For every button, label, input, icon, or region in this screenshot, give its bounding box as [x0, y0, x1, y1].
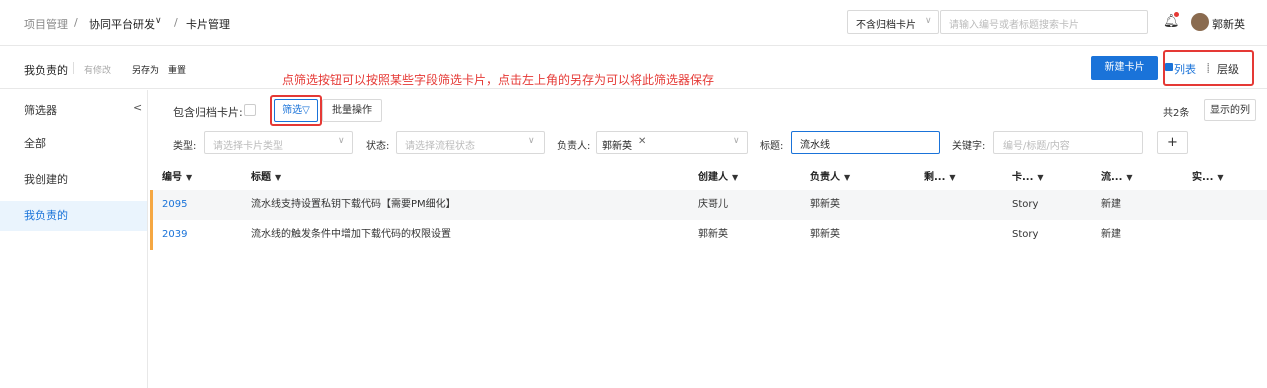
archive-select[interactable]: 不含归档卡片 ∨ [847, 10, 939, 34]
type-select[interactable]: 请选择卡片类型 ∨ [204, 131, 353, 154]
keyword-input[interactable]: 编号/标题/内容 [993, 131, 1143, 154]
card-creator: 郭新英 [698, 229, 728, 240]
owner-select[interactable]: 郭新英 ✕ ∨ [596, 131, 748, 154]
card-creator: 庆哥儿 [698, 199, 728, 210]
top-bar: 项目管理 / 协同平台研发 ∨ / 卡片管理 不含归档卡片 ∨ 请输入编号或者标… [0, 0, 1267, 46]
keyword-label: 关键字: [952, 141, 986, 152]
status-label: 状态: [366, 141, 390, 152]
list-icon [1165, 63, 1173, 71]
col-id[interactable]: 编号 ▼ [162, 168, 192, 183]
add-filter-button[interactable]: + [1157, 131, 1188, 154]
show-columns-button[interactable]: 显示的列 [1204, 99, 1256, 121]
col-title[interactable]: 标题 ▼ [251, 168, 281, 183]
chevron-down-icon: ∨ [528, 136, 535, 146]
include-archived-label: 包含归档卡片: [173, 106, 243, 119]
table-row[interactable]: 2039 流水线的触发条件中增加下载代码的权限设置 郭新英 郭新英 Story … [150, 220, 1267, 250]
card-title[interactable]: 流水线的触发条件中增加下载代码的权限设置 [251, 220, 451, 250]
col-flow[interactable]: 流... ▼ [1101, 168, 1133, 183]
table-header: 编号 ▼ 标题 ▼ 创建人 ▼ 负责人 ▼ 剩... ▼ 卡... ▼ 流... ▼ 实...… [150, 163, 1267, 187]
row-color-bar [150, 190, 153, 220]
keyword-placeholder: 编号/标题/内容 [1003, 141, 1070, 152]
chevron-down-icon[interactable]: ∨ [155, 16, 162, 26]
search-input[interactable]: 请输入编号或者标题搜索卡片 [940, 10, 1148, 34]
archive-select-value: 不含归档卡片 [856, 20, 916, 31]
owner-tag: 郭新英 [602, 141, 632, 152]
breadcrumb-team[interactable]: 协同平台研发 [89, 16, 155, 32]
chevron-down-icon: ∨ [925, 16, 932, 26]
close-icon[interactable]: ✕ [638, 136, 646, 147]
card-owner: 郭新英 [810, 199, 840, 210]
col-actual[interactable]: 实... ▼ [1192, 168, 1224, 183]
col-owner[interactable]: 负责人 ▼ [810, 168, 850, 183]
breadcrumb-separator: / [74, 16, 78, 29]
card-owner: 郭新英 [810, 229, 840, 240]
type-placeholder: 请选择卡片类型 [213, 141, 283, 152]
include-archived-checkbox[interactable] [244, 104, 256, 116]
breadcrumb-separator: / [174, 16, 178, 29]
view-list-button[interactable]: 列表 [1174, 61, 1196, 77]
card-flow: 新建 [1101, 229, 1121, 240]
modified-status: 有修改 [84, 66, 112, 76]
chevron-down-icon: ∨ [733, 136, 740, 146]
batch-button[interactable]: 批量操作 [322, 99, 382, 122]
filter-sidebar: 筛选器 < 全部 我创建的 我负责的 [0, 90, 148, 388]
card-type: Story [1012, 229, 1039, 240]
sidebar-item-all[interactable]: 全部 [0, 129, 147, 159]
card-type: Story [1012, 199, 1039, 210]
view-tree-button[interactable]: 层级 [1217, 61, 1239, 77]
reset-button[interactable]: 重置 [168, 63, 186, 76]
title-label: 标题: [760, 141, 784, 152]
type-label: 类型: [173, 141, 197, 152]
view-toolbar: 我负责的 有修改 另存为 重置 点筛选按钮可以按照某些字段筛选卡片，点击左上角的… [0, 47, 1267, 89]
table-row[interactable]: 2095 流水线支持设置私钥下载代码【需要PM细化】 庆哥儿 郭新英 Story… [150, 190, 1267, 220]
owner-label: 负责人: [557, 141, 591, 152]
funnel-icon: ▽ [302, 105, 310, 116]
breadcrumb-current: 卡片管理 [186, 18, 230, 31]
search-placeholder: 请输入编号或者标题搜索卡片 [949, 20, 1079, 31]
sidebar-item-created[interactable]: 我创建的 [0, 165, 147, 195]
sidebar-item-mine[interactable]: 我负责的 [0, 201, 147, 231]
collapse-icon[interactable]: < [133, 101, 142, 114]
col-remain[interactable]: 剩... ▼ [924, 168, 956, 183]
new-card-button[interactable]: 新建卡片 [1091, 56, 1158, 80]
save-as-button[interactable]: 另存为 [132, 63, 159, 76]
status-select[interactable]: 请选择流程状态 ∨ [396, 131, 545, 154]
card-title[interactable]: 流水线支持设置私钥下载代码【需要PM细化】 [251, 190, 456, 220]
card-id-link[interactable]: 2039 [162, 220, 187, 250]
filter-button[interactable]: 筛选▽ [274, 99, 318, 122]
col-card-type[interactable]: 卡... ▼ [1012, 168, 1044, 183]
notification-dot [1174, 12, 1179, 17]
avatar[interactable] [1191, 13, 1209, 31]
title-input-value: 流水线 [800, 140, 830, 151]
status-placeholder: 请选择流程状态 [405, 141, 475, 152]
breadcrumb-project[interactable]: 项目管理 [24, 16, 68, 32]
card-id-link[interactable]: 2095 [162, 190, 187, 220]
card-flow: 新建 [1101, 199, 1121, 210]
row-color-bar [150, 220, 153, 250]
chevron-down-icon: ∨ [338, 136, 345, 146]
annotation-text: 点筛选按钮可以按照某些字段筛选卡片，点击左上角的另存为可以将此筛选器保存 [282, 73, 715, 87]
filter-button-label: 筛选 [282, 105, 303, 116]
title-input[interactable]: 流水线 [791, 131, 940, 154]
tree-icon: ⸽ [1207, 64, 1210, 74]
sidebar-title: 筛选器 [24, 104, 57, 117]
result-count: 共2条 [1163, 108, 1190, 119]
view-name: 我负责的 [24, 64, 68, 77]
divider [73, 62, 74, 74]
user-name[interactable]: 郭新英 [1212, 16, 1245, 32]
col-creator[interactable]: 创建人 ▼ [698, 168, 738, 183]
